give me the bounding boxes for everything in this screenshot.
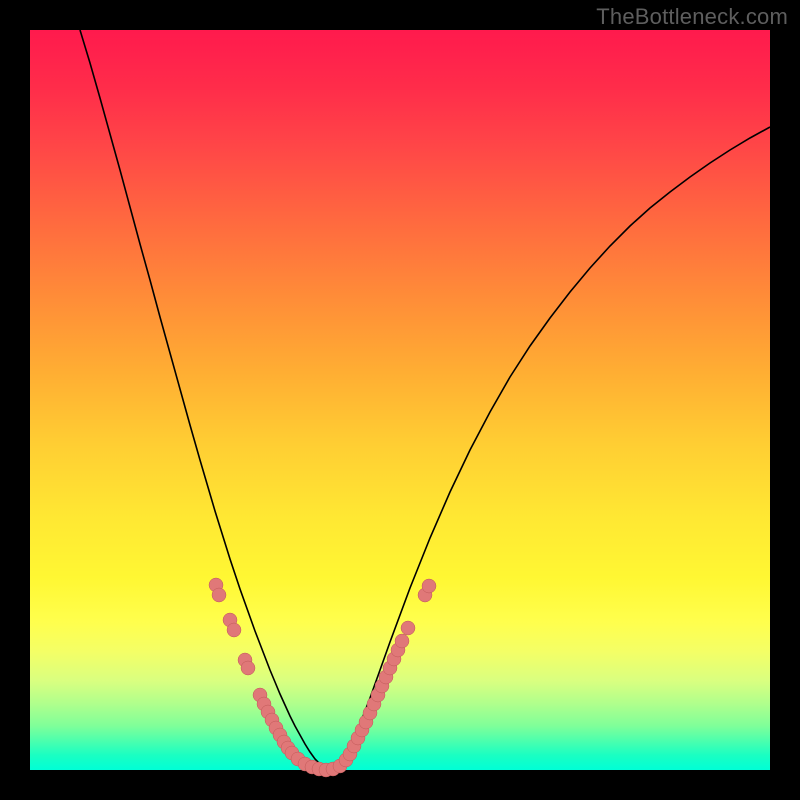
dots-layer [30, 30, 770, 770]
chart-frame: TheBottleneck.com [0, 0, 800, 800]
highlight-dot [401, 621, 415, 635]
highlight-dot [212, 588, 226, 602]
highlight-dot [422, 579, 436, 593]
plot-area [30, 30, 770, 770]
highlight-dot [395, 634, 409, 648]
watermark-text: TheBottleneck.com [596, 4, 788, 30]
highlight-dot [227, 623, 241, 637]
highlight-dot [241, 661, 255, 675]
